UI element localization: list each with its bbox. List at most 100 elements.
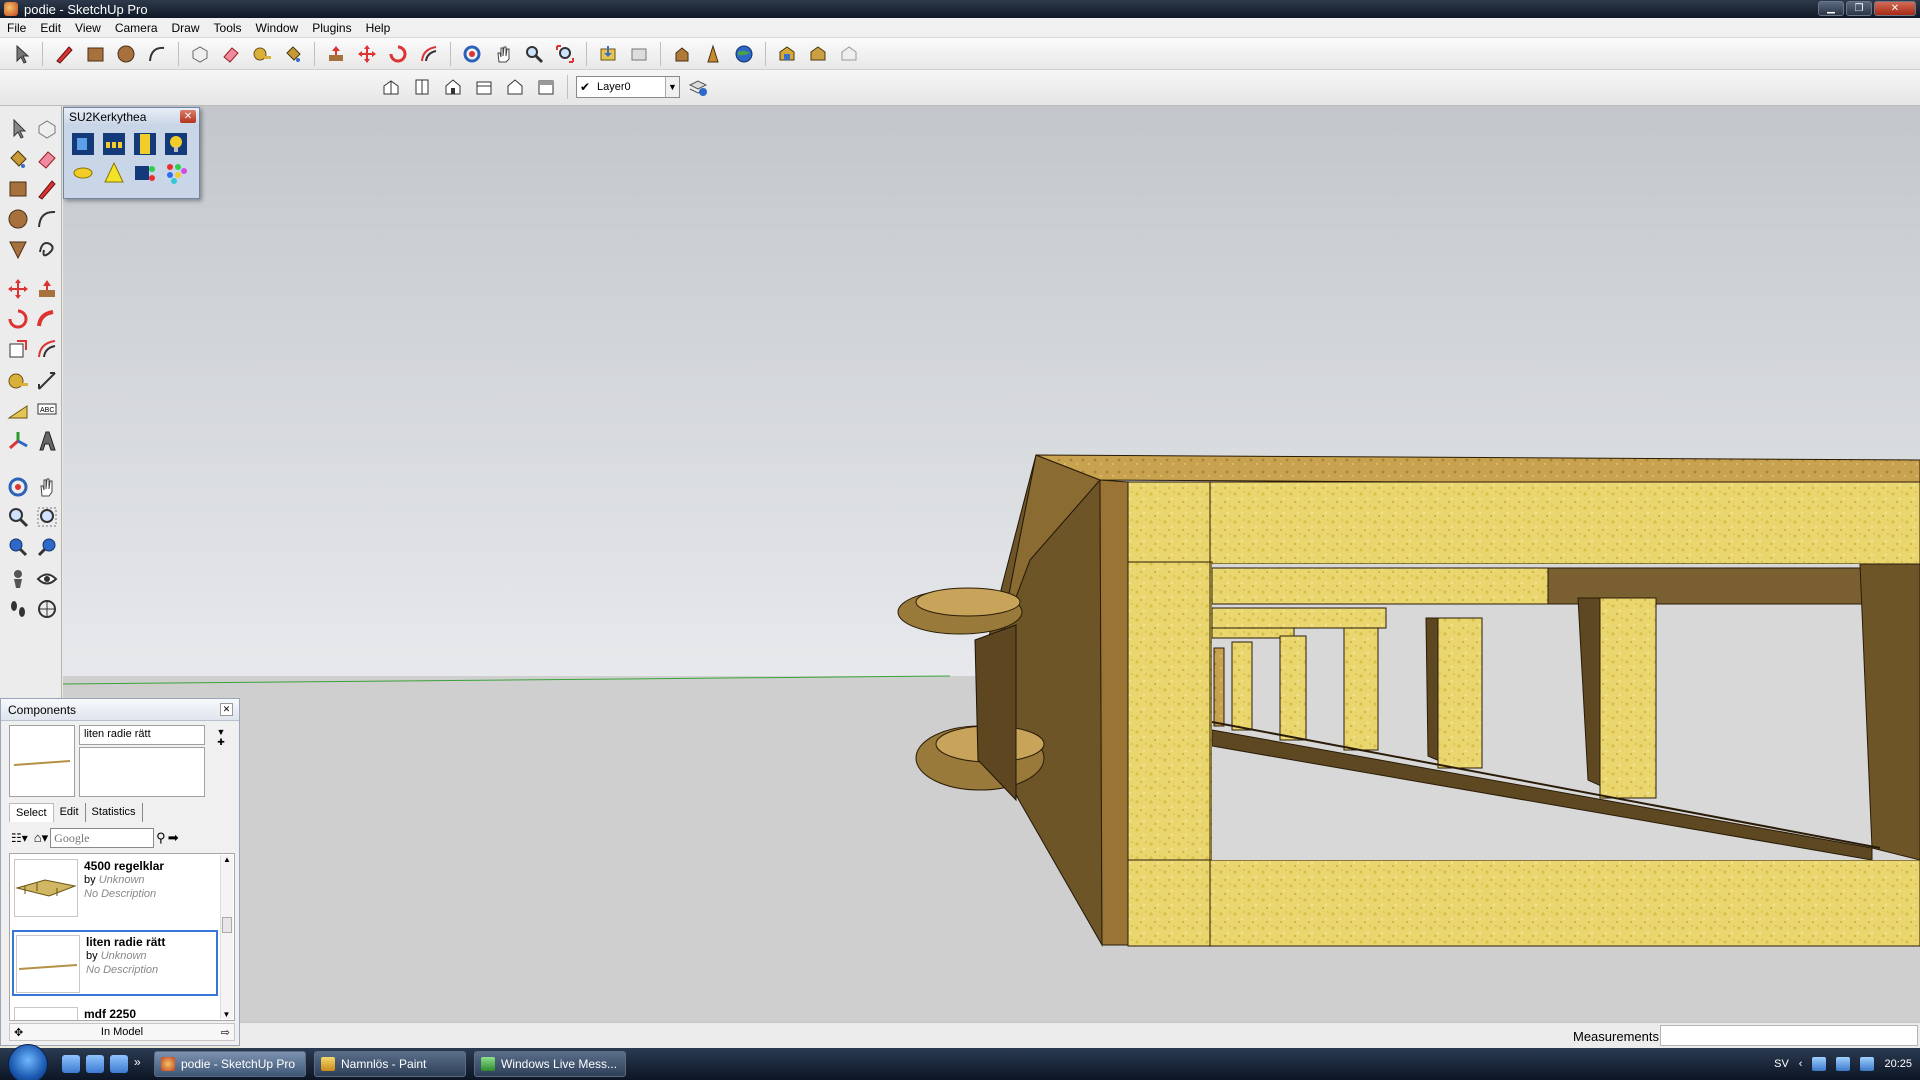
text-tool-button[interactable]: ABC — [32, 396, 61, 426]
menu-help[interactable]: Help — [359, 21, 398, 35]
maximize-icon[interactable]: ❐ — [1846, 1, 1872, 16]
scroll-down-icon[interactable]: ▼ — [221, 1010, 232, 1019]
eraser-tool-button[interactable] — [32, 144, 61, 174]
push-pull-button[interactable] — [32, 274, 61, 304]
eraser-tool-button[interactable] — [218, 41, 244, 67]
front-view-button[interactable] — [440, 74, 466, 100]
model-viewport[interactable] — [63, 106, 1920, 1022]
rectangle-tool-button[interactable] — [82, 41, 108, 67]
look-around-button[interactable] — [32, 564, 61, 594]
line-tool-button[interactable] — [32, 174, 61, 204]
model-info-button[interactable] — [805, 41, 831, 67]
animation-button[interactable] — [132, 131, 158, 157]
back-view-button[interactable] — [502, 74, 528, 100]
circle-tool-button[interactable] — [113, 41, 139, 67]
volume-icon[interactable] — [1860, 1057, 1875, 1071]
pan-tool-button[interactable] — [32, 472, 61, 502]
pan-tool-button[interactable] — [490, 41, 516, 67]
tab-select[interactable]: Select — [9, 803, 54, 822]
follow-me-button[interactable] — [32, 304, 61, 334]
arc-tool-button[interactable] — [144, 41, 170, 67]
internet-explorer-icon[interactable] — [110, 1055, 128, 1073]
point-light-button[interactable] — [101, 160, 127, 186]
show-desktop-icon[interactable] — [62, 1055, 80, 1073]
offset-tool-button[interactable] — [416, 41, 442, 67]
scrollbar-thumb[interactable] — [222, 917, 232, 933]
zoom-tool-button[interactable] — [521, 41, 547, 67]
close-icon[interactable]: ✕ — [220, 703, 233, 716]
scroll-up-icon[interactable]: ▲ — [221, 855, 233, 864]
close-icon[interactable]: ✕ — [180, 110, 196, 123]
make-component-button[interactable] — [187, 41, 213, 67]
close-icon[interactable]: ✕ — [1874, 1, 1916, 16]
component-details-button[interactable]: ▼ ✚ — [212, 727, 230, 749]
more-icon[interactable]: » — [134, 1055, 146, 1073]
tape-measure-button[interactable] — [249, 41, 275, 67]
google-earth-button[interactable] — [731, 41, 757, 67]
paint-bucket-button[interactable] — [3, 144, 32, 174]
circle-tool-button[interactable] — [3, 204, 32, 234]
material-editor-button[interactable] — [132, 160, 158, 186]
components-scrollbar[interactable]: ▲ ▼ — [220, 855, 233, 1019]
menu-plugins[interactable]: Plugins — [305, 21, 358, 35]
switch-windows-icon[interactable] — [86, 1055, 104, 1073]
dimension-tool-button[interactable] — [32, 366, 61, 396]
view-options-icon[interactable]: ☷▾ — [11, 831, 28, 845]
move-tool-button[interactable] — [354, 41, 380, 67]
list-item[interactable]: 4500 regelklar by Unknown No Description — [12, 856, 218, 922]
messenger-tray-icon[interactable] — [1812, 1057, 1827, 1071]
rotate-tool-button[interactable] — [385, 41, 411, 67]
layer-select[interactable]: ✔ Layer0 ▼ — [576, 76, 680, 98]
menu-edit[interactable]: Edit — [33, 21, 68, 35]
taskbar-item-messenger[interactable]: Windows Live Mess... — [474, 1051, 626, 1077]
forward-arrow-icon[interactable]: ⇨ — [221, 1026, 230, 1039]
next-view-button[interactable] — [32, 532, 61, 562]
layer-manager-button[interactable] — [685, 74, 711, 100]
section-plane-button[interactable] — [32, 594, 61, 624]
rotate-tool-button[interactable] — [3, 304, 32, 334]
component-description-field[interactable] — [79, 747, 205, 797]
upload-model-button[interactable] — [836, 41, 862, 67]
line-tool-button[interactable] — [51, 41, 77, 67]
lights-button[interactable] — [163, 131, 189, 157]
orbit-tool-button[interactable] — [459, 41, 485, 67]
get-models-button[interactable] — [595, 41, 621, 67]
orbit-tool-button[interactable] — [3, 472, 32, 502]
search-input[interactable] — [50, 828, 155, 848]
tab-edit[interactable]: Edit — [54, 803, 86, 822]
menu-tools[interactable]: Tools — [207, 21, 249, 35]
export-model-button[interactable] — [70, 131, 96, 157]
move-tool-button[interactable] — [3, 274, 32, 304]
tab-statistics[interactable]: Statistics — [86, 803, 143, 822]
render-settings-button[interactable] — [101, 131, 127, 157]
components-title-bar[interactable]: Components ✕ — [1, 699, 239, 721]
taskbar-item-sketchup[interactable]: podie - SketchUp Pro — [154, 1051, 306, 1077]
arc-tool-button[interactable] — [32, 204, 61, 234]
position-camera-button[interactable] — [3, 564, 32, 594]
zoom-window-button[interactable] — [32, 502, 61, 532]
search-icon[interactable]: ⚲ — [156, 830, 166, 846]
make-component-button[interactable] — [32, 114, 61, 144]
protractor-tool-button[interactable] — [3, 396, 32, 426]
tray-expand-icon[interactable]: ‹ — [1799, 1058, 1803, 1070]
axes-tool-button[interactable] — [3, 426, 32, 456]
clock[interactable]: 20:25 — [1884, 1058, 1912, 1070]
left-view-button[interactable] — [533, 74, 559, 100]
share-model-button[interactable] — [626, 41, 652, 67]
su2kerkythea-title-bar[interactable]: SU2Kerkythea ✕ — [64, 108, 199, 126]
walk-tool-button[interactable] — [3, 594, 32, 624]
minimize-icon[interactable]: ▁ — [1818, 1, 1844, 16]
language-indicator[interactable]: SV — [1774, 1058, 1789, 1070]
select-tool-button[interactable] — [3, 114, 32, 144]
google-earth-snapshot-button[interactable] — [669, 41, 695, 67]
right-view-button[interactable] — [471, 74, 497, 100]
paint-bucket-button[interactable] — [280, 41, 306, 67]
menu-window[interactable]: Window — [249, 21, 306, 35]
menu-view[interactable]: View — [68, 21, 108, 35]
select-tool-button[interactable] — [8, 41, 34, 67]
zoom-tool-button[interactable] — [3, 502, 32, 532]
rectangle-tool-button[interactable] — [3, 174, 32, 204]
list-item[interactable]: mdf 2250 — [12, 1004, 218, 1020]
taskbar-item-paint[interactable]: Namnlös - Paint — [314, 1051, 466, 1077]
back-arrow-icon[interactable]: ✥ — [14, 1026, 23, 1039]
